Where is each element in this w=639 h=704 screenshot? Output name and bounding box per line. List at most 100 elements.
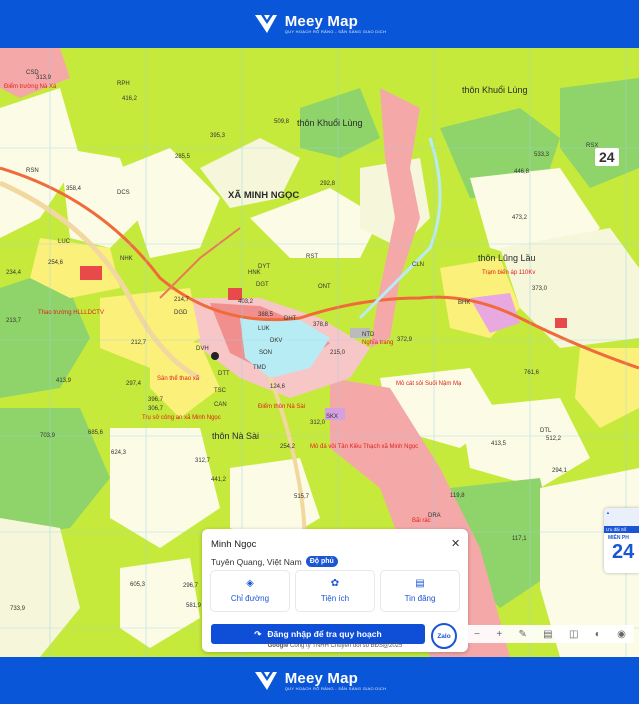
login-icon: ↷	[254, 628, 262, 639]
elevation-label: 413,5	[491, 441, 507, 447]
login-label: Đăng nhập để tra quy hoạch	[267, 629, 382, 639]
zone-code: LUK	[258, 326, 270, 332]
elevation-label: 605,3	[130, 582, 146, 588]
elevation-label: 388,5	[258, 312, 274, 318]
split-view-icon[interactable]: ◫	[569, 629, 578, 640]
zone-code: HNK	[248, 270, 261, 276]
scale-badge: 24	[595, 148, 619, 166]
amenities-icon: ✿	[330, 578, 340, 589]
bottom-brand-bar: Meey Map QUY HOẠCH RÕ RÀNG - SẴN SÀNG GI…	[0, 657, 639, 704]
village-label: thôn Khuổi Lùng	[297, 118, 363, 128]
close-icon[interactable]: ✕	[451, 537, 460, 550]
elevation-label: 703,9	[40, 433, 56, 439]
copyright-text: Công ty TNHH Chuyển đổi số BĐS@2025	[289, 643, 403, 649]
zone-code: LUC	[58, 239, 71, 245]
promo-free-label: MIỄN PH	[608, 535, 629, 541]
poi-label: Trạm biến áp 110Kv	[482, 270, 536, 276]
village-label: thôn Lũng Lầu	[478, 253, 536, 263]
elevation-label: 117,1	[512, 536, 527, 542]
elevation-label: 294,1	[552, 468, 568, 474]
poi-label: Mỏ cát sỏi Suối Nậm Mạ	[396, 381, 462, 387]
poi-label: Thao trường HLLLDCTV	[38, 310, 104, 316]
brand-name: Meey Map	[284, 13, 359, 30]
elevation-label: 215,0	[330, 350, 346, 356]
zone-code: BHK	[458, 300, 471, 306]
elevation-label: 254,2	[280, 444, 296, 450]
elevation-label: 285,5	[175, 154, 191, 160]
listings-label: Tin đăng	[404, 594, 436, 603]
zone-code: NHK	[120, 256, 133, 262]
draw-icon[interactable]: ✎	[518, 629, 526, 640]
poi-label: Điểm thôn Nà Sài	[258, 404, 306, 410]
location-title: Minh Ngọc	[211, 539, 257, 550]
elevation-label: 441,2	[211, 477, 227, 483]
listings-icon: ▤	[415, 578, 425, 589]
zone-code: DCS	[117, 190, 130, 196]
elevation-label: 624,3	[111, 450, 127, 456]
poi-label: Mỏ đá vôi Tân Kiều Thạch xã Minh Ngọc	[310, 444, 419, 450]
zone-code: NTD	[362, 332, 375, 338]
elevation-label: 533,3	[534, 152, 550, 158]
login-button[interactable]: ↷ Đăng nhập để tra quy hoạch	[211, 624, 425, 644]
elevation-label: 515,7	[294, 494, 310, 500]
village-label: thôn Khuổi Lùng	[462, 85, 528, 95]
google-attribution: Google	[267, 643, 289, 649]
brand-logo: Meey Map QUY HOẠCH RÕ RÀNG - SẴN SÀNG GI…	[253, 12, 387, 36]
zone-code: ONT	[318, 284, 331, 290]
elevation-label: 297,4	[126, 381, 142, 387]
poi-label: Điểm trường Nà Xá	[4, 84, 57, 90]
brand-name: Meey Map	[284, 669, 359, 687]
elevation-label: 378,8	[313, 322, 329, 328]
locate-icon[interactable]: ◉	[617, 629, 626, 640]
zone-code: DGD	[174, 310, 188, 316]
amenities-button[interactable]: ✿ Tiện ích	[296, 571, 374, 611]
brand-logo: Meey Map QUY HOẠCH RÕ RÀNG - SẴN SÀNG GI…	[253, 669, 387, 693]
commune-label: XÃ MINH NGỌC	[228, 190, 300, 201]
zone-code: DVH	[196, 346, 209, 352]
zoom-out-icon[interactable]: −	[474, 629, 480, 640]
layers-icon[interactable]: ▤	[543, 629, 552, 640]
elevation-label: 761,6	[524, 370, 540, 376]
elevation-label: 234,4	[6, 270, 22, 276]
elevation-label: 403,2	[238, 299, 254, 305]
zoom-in-icon[interactable]: +	[496, 629, 502, 640]
elevation-label: 685,6	[88, 430, 104, 436]
elevation-label: 372,9	[397, 337, 413, 343]
opacity-icon[interactable]: ◐	[595, 629, 601, 640]
zone-code: CAN	[214, 402, 227, 408]
zone-code: DTL	[540, 428, 552, 434]
village-label: thôn Nà Sài	[212, 431, 260, 441]
zone-code: RPH	[117, 81, 130, 87]
elevation-label: 416,2	[122, 96, 138, 102]
brand-tagline: QUY HOẠCH RÕ RÀNG - SẴN SÀNG GIAO DỊCH	[284, 685, 387, 691]
elevation-label: 373,0	[532, 286, 548, 292]
elevation-label: 312,7	[195, 458, 211, 464]
promo-number: 24	[612, 541, 635, 563]
promo-line: Ưu đãi Số	[604, 526, 639, 533]
elevation-label: 292,8	[320, 181, 336, 187]
amenities-label: Tiện ích	[320, 594, 350, 603]
map-attribution: Google Công ty TNHH Chuyển đổi số BĐS@20…	[202, 643, 468, 649]
listings-button[interactable]: ▤ Tin đăng	[381, 571, 459, 611]
poi-label: Trụ sở công an xã Minh Ngọc	[142, 415, 221, 421]
elevation-label: 119,8	[450, 493, 465, 499]
elevation-label: 254,6	[48, 260, 64, 266]
elevation-label: 396,7	[148, 397, 164, 403]
elevation-label: 213,7	[6, 318, 22, 324]
coverage-badge[interactable]: Độ phủ	[305, 556, 338, 567]
location-info-card: Minh Ngọc ✕ Tuyên Quang, Việt Nam Độ phủ…	[202, 529, 468, 652]
top-brand-bar: Meey Map QUY HOẠCH RÕ RÀNG - SẴN SÀNG GI…	[0, 0, 639, 48]
promo-side-box[interactable]: ▲ Ưu đãi Số MIỄN PH 24	[604, 508, 639, 573]
zone-code: RST	[306, 254, 318, 260]
elevation-label: 313,9	[36, 75, 52, 81]
zone-code: SON	[259, 350, 273, 356]
elevation-label: 509,8	[274, 119, 290, 125]
map-toolbar: − + ✎ ▤ ◫ ◐ ◉	[466, 625, 634, 643]
elevation-label: 446,8	[514, 169, 530, 175]
zone-code: RSN	[26, 168, 39, 174]
directions-button[interactable]: ◈ Chỉ đường	[211, 571, 289, 611]
zone-code: TSC	[214, 388, 226, 394]
elevation-label: 296,7	[183, 583, 199, 589]
meey-logo-icon	[254, 15, 277, 33]
elevation-label: 124,6	[270, 384, 286, 390]
